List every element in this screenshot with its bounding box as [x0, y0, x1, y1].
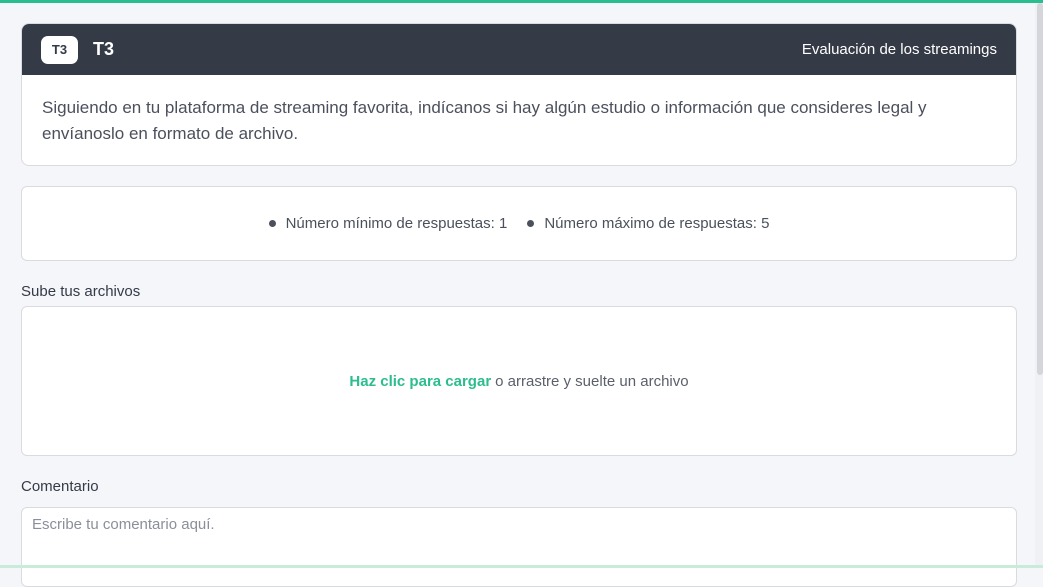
scrollbar-thumb[interactable]: [1037, 3, 1043, 375]
bullet-icon: [268, 220, 276, 227]
task-code: T3: [93, 39, 115, 59]
max-responses-text: Número máximo de respuestas: 5: [544, 215, 770, 232]
response-limits-card: Número mínimo de respuestas: 1 Número má…: [21, 186, 1017, 261]
max-responses: Número máximo de respuestas: 5: [527, 215, 769, 232]
upload-drag-text: o arrastre y suelte un archivo: [495, 372, 689, 390]
task-description: Siguiendo en tu plataforma de streaming …: [42, 98, 927, 143]
task-card: T3 T3 Evaluación de los streamings Sigui…: [21, 23, 1017, 166]
comment-label: Comentario: [21, 478, 99, 495]
bullet-icon: [527, 220, 535, 227]
min-responses: Número mínimo de respuestas: 1: [268, 215, 508, 232]
top-accent-bar: [0, 0, 1043, 3]
upload-label: Sube tus archivos: [21, 283, 141, 300]
task-category: Evaluación de los streamings: [801, 41, 997, 58]
min-responses-text: Número mínimo de respuestas: 1: [285, 215, 508, 232]
file-dropzone[interactable]: Haz clic para cargar o arrastre y suelte…: [21, 306, 1017, 456]
comment-textarea[interactable]: [21, 507, 1017, 587]
upload-click-link[interactable]: Haz clic para cargar: [349, 373, 491, 390]
task-badge: T3: [41, 35, 78, 64]
task-header: T3 T3 Evaluación de los streamings: [22, 24, 1016, 75]
